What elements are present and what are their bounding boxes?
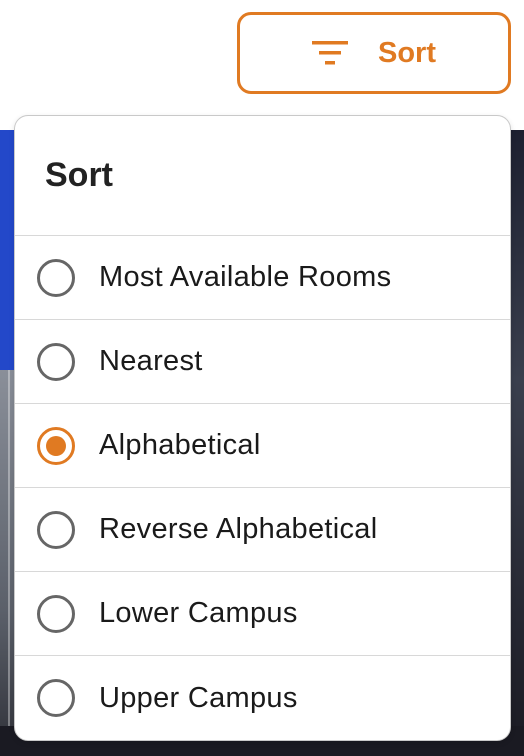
sort-button[interactable]: Sort bbox=[237, 12, 511, 94]
sort-menu-title: Sort bbox=[15, 116, 510, 236]
sort-option-alphabetical[interactable]: Alphabetical bbox=[15, 404, 510, 488]
background-edge bbox=[510, 130, 524, 756]
radio-unselected-icon[interactable] bbox=[37, 679, 75, 717]
sort-option-lower-campus[interactable]: Lower Campus bbox=[15, 572, 510, 656]
radio-dot bbox=[46, 435, 66, 456]
sort-option-label: Upper Campus bbox=[99, 681, 298, 714]
sort-button-label: Sort bbox=[378, 36, 436, 69]
filter-list-icon bbox=[312, 38, 350, 68]
sort-option-label: Alphabetical bbox=[99, 429, 261, 461]
sort-option-label: Lower Campus bbox=[99, 597, 298, 629]
sort-option-label: Nearest bbox=[99, 345, 203, 377]
radio-unselected-icon[interactable] bbox=[37, 594, 75, 633]
radio-selected-icon[interactable] bbox=[37, 426, 75, 465]
sort-option-nearest[interactable]: Nearest bbox=[15, 320, 510, 404]
sort-option-most-available-rooms[interactable]: Most Available Rooms bbox=[15, 236, 510, 320]
sort-option-reverse-alphabetical[interactable]: Reverse Alphabetical bbox=[15, 488, 510, 572]
radio-unselected-icon[interactable] bbox=[37, 342, 75, 381]
radio-unselected-icon[interactable] bbox=[37, 510, 75, 549]
sort-menu: Sort Most Available Rooms Nearest Alphab… bbox=[14, 115, 511, 741]
sort-option-label: Most Available Rooms bbox=[99, 261, 392, 293]
sort-option-upper-campus[interactable]: Upper Campus bbox=[15, 656, 510, 740]
sort-option-label: Reverse Alphabetical bbox=[99, 513, 378, 545]
radio-unselected-icon[interactable] bbox=[37, 258, 75, 297]
